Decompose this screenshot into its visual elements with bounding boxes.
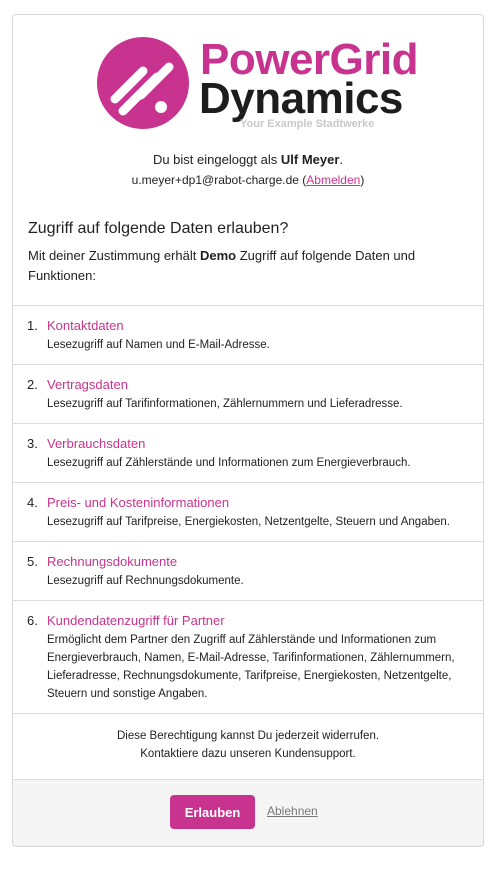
logout-paren-close: ) <box>360 173 365 187</box>
logout-link[interactable]: Abmelden <box>306 173 360 187</box>
logo-tagline: Your Example Stadtwerke <box>240 118 375 130</box>
permission-title[interactable]: Verbrauchsdaten <box>47 434 471 454</box>
login-prefix: Du bist eingeloggt als <box>152 152 278 167</box>
permission-description: Lesezugriff auf Tarifpreise, Energiekost… <box>47 516 450 528</box>
login-suffix: . <box>339 152 344 167</box>
permission-item: 4. Preis- und Kosteninformationen Lesezu… <box>13 482 483 541</box>
permission-item: 5. Rechnungsdokumente Lesezugriff auf Re… <box>13 541 483 600</box>
permission-list: 1. Kontaktdaten Lesezugriff auf Namen un… <box>13 305 483 777</box>
login-info: Du bist eingeloggt als Ulf Meyer. u.meye… <box>13 150 483 190</box>
brand-logo: PowerGrid Dynamics Your Example Stadtwer… <box>93 29 419 139</box>
permission-item: 6. Kundendatenzugriff für Partner Ermögl… <box>13 600 483 713</box>
user-name: Ulf Meyer <box>280 152 340 167</box>
permission-number: 2. <box>27 377 38 392</box>
permission-number: 3. <box>27 436 38 451</box>
allow-button[interactable]: Erlauben <box>170 795 255 829</box>
consent-intro: Mit deiner Zustimmung erhält Demo Zugrif… <box>28 246 473 286</box>
revoke-line-1: Diese Berechtigung kannst Du jederzeit w… <box>116 730 380 742</box>
intro-prefix: Mit deiner Zustimmung erhält <box>28 248 197 263</box>
deny-link[interactable]: Ablehnen <box>267 804 318 818</box>
permission-description: Lesezugriff auf Namen und E-Mail-Adresse… <box>47 339 270 351</box>
consent-card: PowerGrid Dynamics Your Example Stadtwer… <box>12 14 484 847</box>
consent-header: Zugriff auf folgende Daten erlauben? Mit… <box>28 219 473 286</box>
permission-number: 6. <box>27 613 38 628</box>
permission-number: 5. <box>27 554 38 569</box>
permission-description: Lesezugriff auf Rechnungsdokumente. <box>47 575 244 587</box>
user-email: u.meyer+dp1@rabot-charge.de <box>131 173 299 187</box>
permission-number: 4. <box>27 495 38 510</box>
permission-item: 1. Kontaktdaten Lesezugriff auf Namen un… <box>13 305 483 364</box>
permission-description: Ermöglicht dem Partner den Zugriff auf Z… <box>47 634 455 700</box>
consent-heading: Zugriff auf folgende Daten erlauben? <box>28 220 289 237</box>
permission-description: Lesezugriff auf Zählerstände und Informa… <box>47 457 411 469</box>
action-footer: Erlauben Ablehnen <box>13 779 483 846</box>
permission-title[interactable]: Rechnungsdokumente <box>47 552 471 572</box>
logo-mark-icon <box>97 37 189 129</box>
permission-description: Lesezugriff auf Tarifinformationen, Zähl… <box>47 398 403 410</box>
permission-item: 2. Vertragsdaten Lesezugriff auf Tarifin… <box>13 364 483 423</box>
client-name: Demo <box>199 248 237 263</box>
permission-title[interactable]: Vertragsdaten <box>47 375 471 395</box>
revoke-notice: Diese Berechtigung kannst Du jederzeit w… <box>13 713 483 777</box>
permission-title[interactable]: Preis- und Kosteninformationen <box>47 493 471 513</box>
permission-title[interactable]: Kundendatenzugriff für Partner <box>47 611 471 631</box>
revoke-line-2: Kontaktiere dazu unseren Kundensupport. <box>140 748 356 760</box>
permission-number: 1. <box>27 318 38 333</box>
permission-title[interactable]: Kontaktdaten <box>47 316 471 336</box>
logo-wordmark-bottom: Dynamics <box>199 74 403 123</box>
permission-item: 3. Verbrauchsdaten Lesezugriff auf Zähle… <box>13 423 483 482</box>
